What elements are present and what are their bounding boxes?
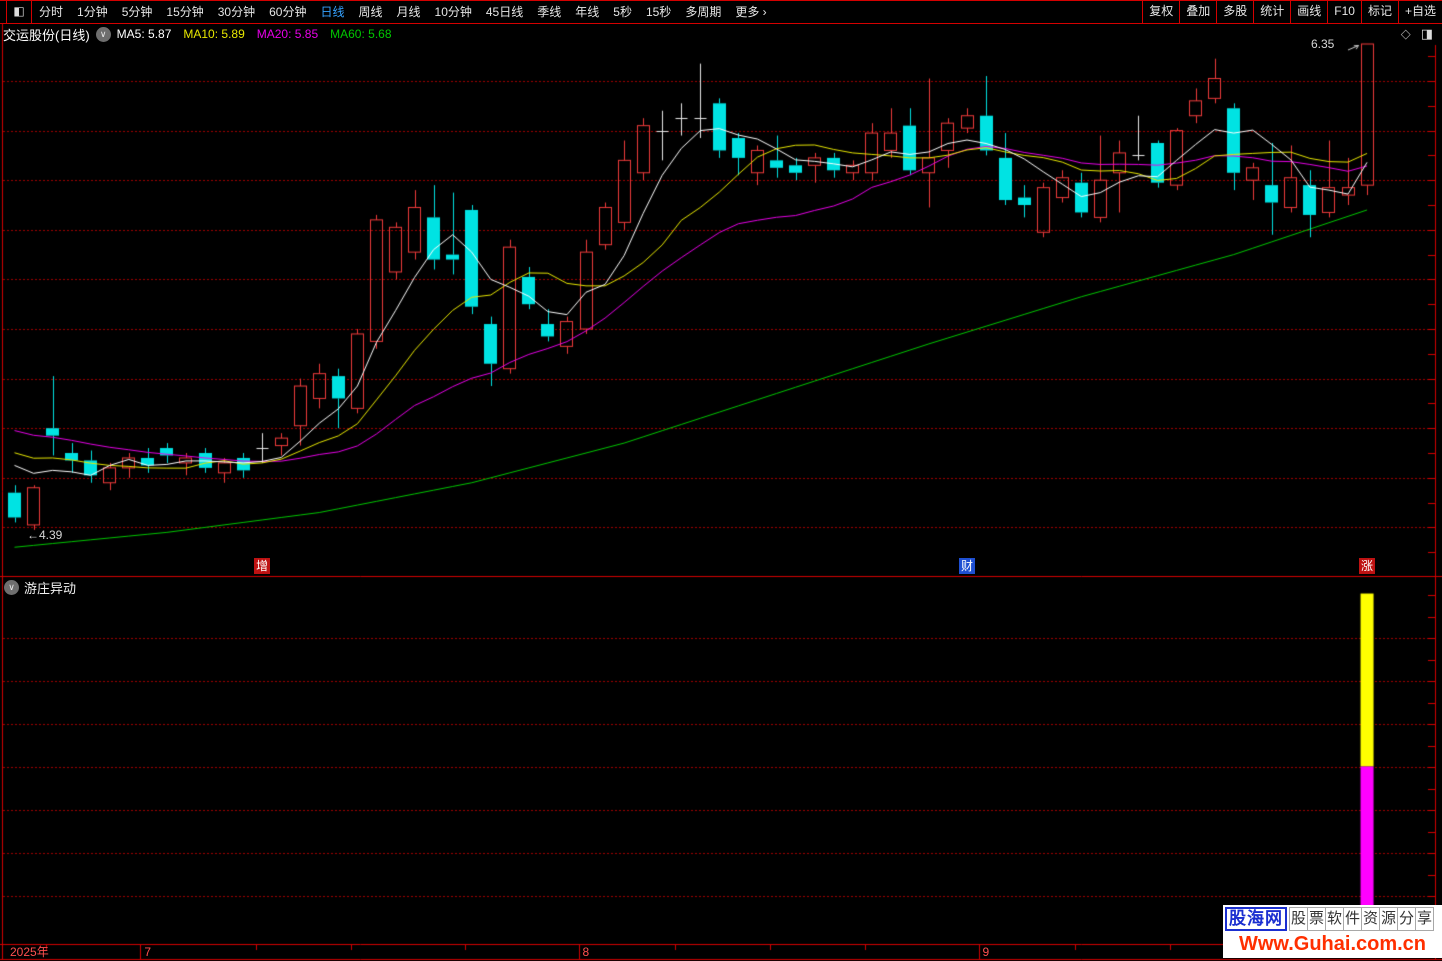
period-年线[interactable]: 年线 — [568, 2, 606, 23]
watermark-brand: 股海网 — [1225, 906, 1287, 931]
toolbar: ◧ 分时 1分钟 5分钟 15分钟 30分钟 60分钟 日线 周线 月线 10分钟 45日线 季线 年线… — [0, 0, 1442, 24]
high-price-annotation: 6.35 — [1311, 37, 1335, 51]
watermark: 股海网 股票软件资源分享 Www.Guhai.com.cn — [1223, 905, 1442, 958]
title-corner-icons: ◇ ◨ — [1401, 26, 1433, 42]
watermark-top-row: 股海网 股票软件资源分享 — [1223, 905, 1442, 932]
period-menu: 分时 1分钟 5分钟 15分钟 30分钟 60分钟 日线 周线 月线 10分钟 45日线 季线 年线 5秒… — [32, 1, 774, 23]
ma-label: MA20: 5.85 — [256, 27, 319, 41]
toolbar-button-复权[interactable]: 复权 — [1142, 1, 1179, 23]
low-price-annotation: ←4.39 — [27, 528, 63, 542]
event-marker-涨: 涨 — [1359, 558, 1376, 574]
period-15分钟[interactable]: 15分钟 — [159, 2, 210, 23]
stock-title: 交运股份(日线) — [3, 27, 90, 43]
period-45日线[interactable]: 45日线 — [479, 2, 530, 23]
toolbar-right-buttons: 复权 叠加 多股 统计 画线 F10 标记 +自选 — [1142, 1, 1442, 23]
diamond-icon[interactable]: ◇ — [1401, 26, 1411, 42]
price-and-indicator-canvas[interactable] — [0, 0, 1442, 961]
watermark-url: Www.Guhai.com.cn — [1238, 933, 1427, 955]
watermark-tagline-char: 资 — [1362, 906, 1380, 931]
watermark-tagline-char: 股 — [1289, 906, 1308, 931]
trading-app-window: ◧ 分时 1分钟 5分钟 15分钟 30分钟 60分钟 日线 周线 月线 10分钟 45日线 季线 年线… — [0, 0, 1442, 961]
period-周线[interactable]: 周线 — [351, 2, 389, 23]
chevron-down-icon[interactable]: ∨ — [4, 580, 19, 595]
ma-labels: MA5: 5.87 MA10: 5.89 MA20: 5.85 MA60: 5.68 — [117, 27, 404, 41]
watermark-tagline: 股票软件资源分享 — [1289, 906, 1434, 931]
period-多周期[interactable]: 多周期 — [678, 2, 728, 23]
watermark-tagline-char: 分 — [1398, 906, 1416, 931]
toolbar-button-统计[interactable]: 统计 — [1253, 1, 1290, 23]
period-5秒[interactable]: 5秒 — [606, 2, 639, 23]
period-15秒[interactable]: 15秒 — [639, 2, 678, 23]
period-月线[interactable]: 月线 — [390, 2, 428, 23]
toolbar-button-+自选[interactable]: +自选 — [1397, 1, 1442, 23]
watermark-tagline-char: 软 — [1326, 906, 1344, 931]
ma-label: MA60: 5.68 — [330, 27, 392, 41]
axis-label-7: 7 — [144, 945, 152, 959]
event-marker-财: 财 — [959, 558, 975, 574]
watermark-tagline-char: 票 — [1308, 906, 1326, 931]
axis-label-8: 8 — [582, 945, 590, 959]
ma-label: MA5: 5.87 — [116, 27, 172, 41]
toolbar-button-多股[interactable]: 多股 — [1216, 1, 1253, 23]
toolbar-button-画线[interactable]: 画线 — [1290, 1, 1327, 23]
watermark-tagline-char: 享 — [1416, 906, 1434, 931]
event-marker-增: 增 — [254, 558, 271, 574]
period-5分钟[interactable]: 5分钟 — [115, 2, 160, 23]
period-分时[interactable]: 分时 — [32, 2, 70, 23]
toolbar-button-叠加[interactable]: 叠加 — [1179, 1, 1216, 23]
period-日线[interactable]: 日线 — [313, 2, 351, 23]
ma-label: MA10: 5.89 — [183, 27, 245, 41]
watermark-tagline-char: 件 — [1344, 906, 1362, 931]
axis-label-9: 9 — [982, 945, 990, 959]
title-row: 交运股份(日线) ∨ MA5: 5.87 MA10: 5.89 MA20: 5.85… — [0, 23, 404, 45]
layout-panel-icon[interactable]: ◧ — [6, 1, 32, 23]
period-季线[interactable]: 季线 — [530, 2, 568, 23]
period-60分钟[interactable]: 60分钟 — [262, 2, 313, 23]
indicator-name[interactable]: 游庄异动 — [24, 578, 76, 597]
panel-left-icon: ◧ — [13, 4, 25, 18]
watermark-tagline-char: 源 — [1380, 906, 1398, 931]
period-10分钟[interactable]: 10分钟 — [428, 2, 479, 23]
indicator-label-row: ∨ 游庄异动 — [4, 578, 76, 597]
period-30分钟[interactable]: 30分钟 — [211, 2, 262, 23]
period-更多 ›[interactable]: 更多 › — [728, 2, 773, 23]
toolbar-button-标记[interactable]: 标记 — [1360, 1, 1398, 23]
panel-split-icon[interactable]: ◨ — [1421, 26, 1433, 42]
period-1分钟[interactable]: 1分钟 — [70, 2, 115, 23]
axis-label-2025年: 2025年 — [10, 945, 49, 959]
chevron-down-icon[interactable]: ∨ — [95, 26, 111, 42]
toolbar-button-F10[interactable]: F10 — [1327, 1, 1361, 23]
